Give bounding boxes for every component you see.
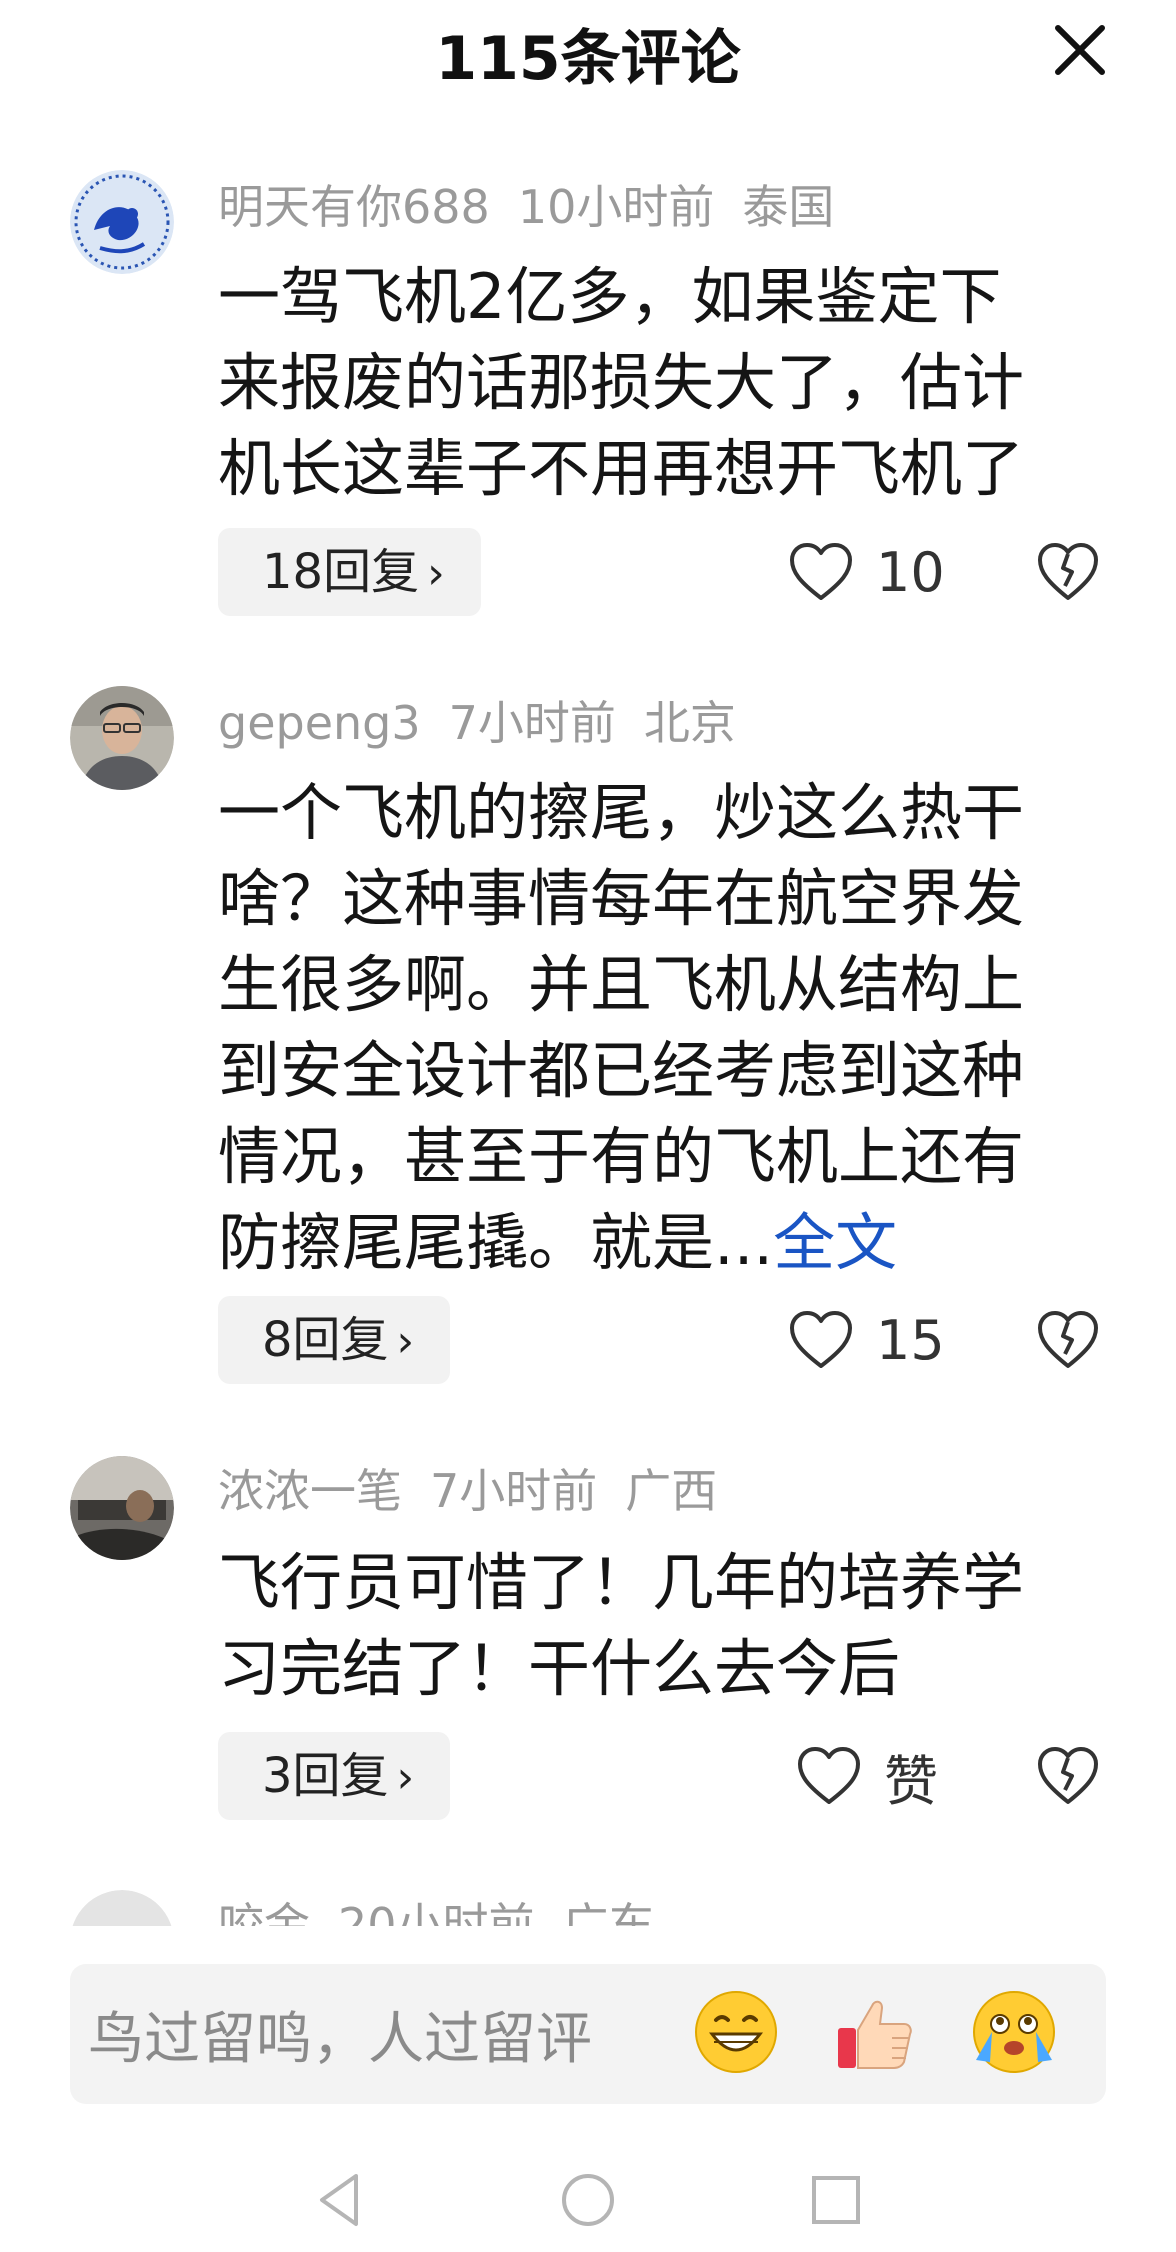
comment-time: 7小时前 — [430, 1464, 598, 1518]
comment-line: 一个飞机的擦尾，炒这么热干 — [218, 776, 1025, 849]
replies-count: 3回复 — [262, 1748, 389, 1804]
heart-icon — [790, 543, 852, 600]
comment-meta: 明天有你688 10小时前 泰国 — [218, 172, 862, 242]
avatar[interactable] — [70, 170, 174, 274]
broken-heart-icon[interactable] — [1036, 540, 1100, 604]
crying-emoji-icon[interactable] — [966, 1984, 1062, 2080]
heart-icon — [798, 1747, 860, 1804]
replies-button[interactable]: 18回复 › — [218, 528, 481, 616]
comment-time: 7小时前 — [448, 696, 616, 750]
comment-line: 飞行员可惜了！几年的培养学 — [218, 1546, 1025, 1619]
comment-line-last: 防擦尾尾撬。就是...全文 — [218, 1200, 1108, 1286]
avatar[interactable] — [70, 686, 174, 790]
like-count: 15 — [876, 1308, 945, 1372]
replies-button[interactable]: 8回复 › — [218, 1296, 451, 1384]
recents-icon[interactable] — [804, 2168, 868, 2232]
comment-input-placeholder: 鸟过留鸣，人过留评 — [88, 2007, 592, 2072]
chevron-right-icon: › — [396, 1752, 415, 1803]
comment-line: 啥？这种事情每年在航空界发 — [218, 862, 1025, 935]
comment-location: 泰国 — [742, 180, 835, 234]
comment-line: 防擦尾尾撬。就是... — [218, 1206, 774, 1279]
comment-item: 明天有你688 10小时前 泰国 一驾飞机2亿多，如果鉴定下 来报废的话那损失大了，… — [0, 170, 1176, 620]
comment-time: 20小时前 — [338, 1898, 535, 1926]
comment-location: 广西 — [625, 1464, 718, 1518]
comment-text: 一驾飞机2亿多，如果鉴定下 来报废的话那损失大了，估计 机长这辈子不用再想开飞机… — [218, 254, 1108, 512]
comment-input[interactable]: 鸟过留鸣，人过留评 — [70, 1964, 1106, 2104]
comment-item: 浓浓一笔 7小时前 广西 飞行员可惜了！几年的培养学 习完结了！干什么去今后 3回复… — [0, 1456, 1176, 1836]
comment-text: 一个飞机的擦尾，炒这么热干 啥？这种事情每年在航空界发 生很多啊。并且飞机从结构… — [218, 770, 1108, 1286]
username[interactable]: 明天有你688 — [218, 180, 490, 234]
comment-time: 10小时前 — [517, 180, 715, 234]
chevron-right-icon: › — [427, 548, 445, 599]
comment-meta: 浓浓一笔 7小时前 广西 — [218, 1456, 745, 1526]
like-button[interactable]: 赞 — [796, 1732, 938, 1820]
chevron-right-icon: › — [396, 1316, 415, 1367]
comment-item: gepeng3 7小时前 北京 一个飞机的擦尾，炒这么热干 啥？这种事情每年在航空界… — [0, 686, 1176, 1386]
comment-line: 习完结了！干什么去今后 — [218, 1632, 901, 1705]
avatar[interactable] — [70, 1456, 174, 1560]
comment-line: 机长这辈子不用再想开飞机了 — [218, 432, 1025, 505]
like-button[interactable]: 15 — [788, 1296, 945, 1384]
comment-location: 北京 — [643, 696, 736, 750]
thumbs-up-emoji-icon[interactable] — [826, 1984, 922, 2080]
username[interactable]: 浓浓一笔 — [218, 1464, 402, 1518]
broken-heart-icon[interactable] — [1036, 1308, 1100, 1372]
system-nav-bar — [0, 2150, 1176, 2252]
like-label: 赞 — [884, 1749, 938, 1813]
comment-line: 生很多啊。并且飞机从结构上 — [218, 948, 1025, 1021]
broken-heart-icon[interactable] — [1036, 1744, 1100, 1808]
comment-line: 来报废的话那损失大了，估计 — [218, 346, 1025, 419]
username[interactable]: gepeng3 — [218, 696, 421, 750]
comment-meta: gepeng3 7小时前 北京 — [218, 688, 764, 758]
replies-count: 18回复 — [262, 544, 420, 600]
home-icon[interactable] — [556, 2168, 620, 2232]
comment-line: 到安全设计都已经考虑到这种 — [218, 1034, 1025, 1107]
avatar[interactable] — [70, 1890, 174, 1926]
like-button[interactable]: 10 — [788, 528, 945, 616]
grin-emoji-icon[interactable] — [688, 1984, 784, 2080]
replies-count: 8回复 — [262, 1312, 389, 1368]
comment-line: 情况，甚至于有的飞机上还有 — [218, 1120, 1025, 1193]
comment-location: 广东 — [562, 1898, 655, 1926]
comment-item: 咬金 20小时前 广东 — [0, 1890, 1176, 1926]
close-icon[interactable] — [1048, 18, 1112, 82]
page-title: 115条评论 — [435, 24, 741, 94]
heart-icon — [790, 1311, 852, 1368]
comment-line: 一驾飞机2亿多，如果鉴定下 — [218, 260, 1002, 333]
expand-full-text-link[interactable]: 全文 — [773, 1206, 897, 1279]
username[interactable]: 咬金 — [218, 1898, 310, 1926]
comments-header: 115条评论 — [0, 0, 1176, 100]
replies-button[interactable]: 3回复 › — [218, 1732, 451, 1820]
comment-meta: 咬金 20小时前 广东 — [218, 1890, 683, 1926]
like-count: 10 — [876, 540, 945, 604]
comment-text: 飞行员可惜了！几年的培养学 习完结了！干什么去今后 — [218, 1540, 1108, 1712]
back-icon[interactable] — [308, 2168, 372, 2232]
